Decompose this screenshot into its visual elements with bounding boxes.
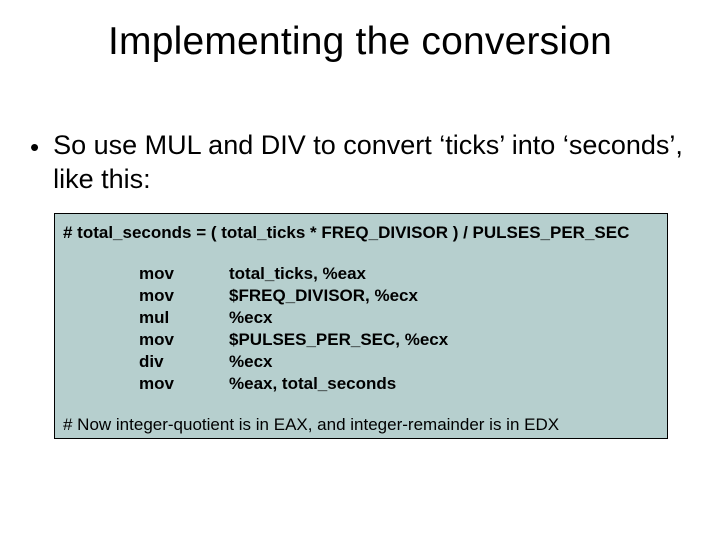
asm-mnemonic: mov <box>139 285 229 307</box>
asm-row: mov $PULSES_PER_SEC, %ecx <box>139 329 659 351</box>
bullet-marker: • <box>30 130 39 164</box>
asm-row: mov $FREQ_DIVISOR, %ecx <box>139 285 659 307</box>
asm-operands: total_ticks, %eax <box>229 263 659 285</box>
asm-operands: %eax, total_seconds <box>229 373 659 395</box>
bullet-item: • So use MUL and DIV to convert ‘ticks’ … <box>30 128 690 196</box>
asm-mnemonic: mov <box>139 373 229 395</box>
asm-mnemonic: mov <box>139 263 229 285</box>
code-comment-bottom: # Now integer-quotient is in EAX, and in… <box>63 415 659 435</box>
asm-row: mov %eax, total_seconds <box>139 373 659 395</box>
code-box: # total_seconds = ( total_ticks * FREQ_D… <box>54 213 668 439</box>
bullet-text: So use MUL and DIV to convert ‘ticks’ in… <box>53 128 690 196</box>
asm-operands: $FREQ_DIVISOR, %ecx <box>229 285 659 307</box>
asm-mnemonic: mov <box>139 329 229 351</box>
asm-block: mov total_ticks, %eax mov $FREQ_DIVISOR,… <box>139 263 659 395</box>
asm-row: mul %ecx <box>139 307 659 329</box>
asm-operands: %ecx <box>229 307 659 329</box>
slide: Implementing the conversion • So use MUL… <box>0 0 720 540</box>
asm-operands: $PULSES_PER_SEC, %ecx <box>229 329 659 351</box>
asm-row: mov total_ticks, %eax <box>139 263 659 285</box>
asm-row: div %ecx <box>139 351 659 373</box>
asm-operands: %ecx <box>229 351 659 373</box>
asm-mnemonic: mul <box>139 307 229 329</box>
asm-mnemonic: div <box>139 351 229 373</box>
code-comment-top: # total_seconds = ( total_ticks * FREQ_D… <box>63 223 659 243</box>
slide-title: Implementing the conversion <box>0 20 720 64</box>
